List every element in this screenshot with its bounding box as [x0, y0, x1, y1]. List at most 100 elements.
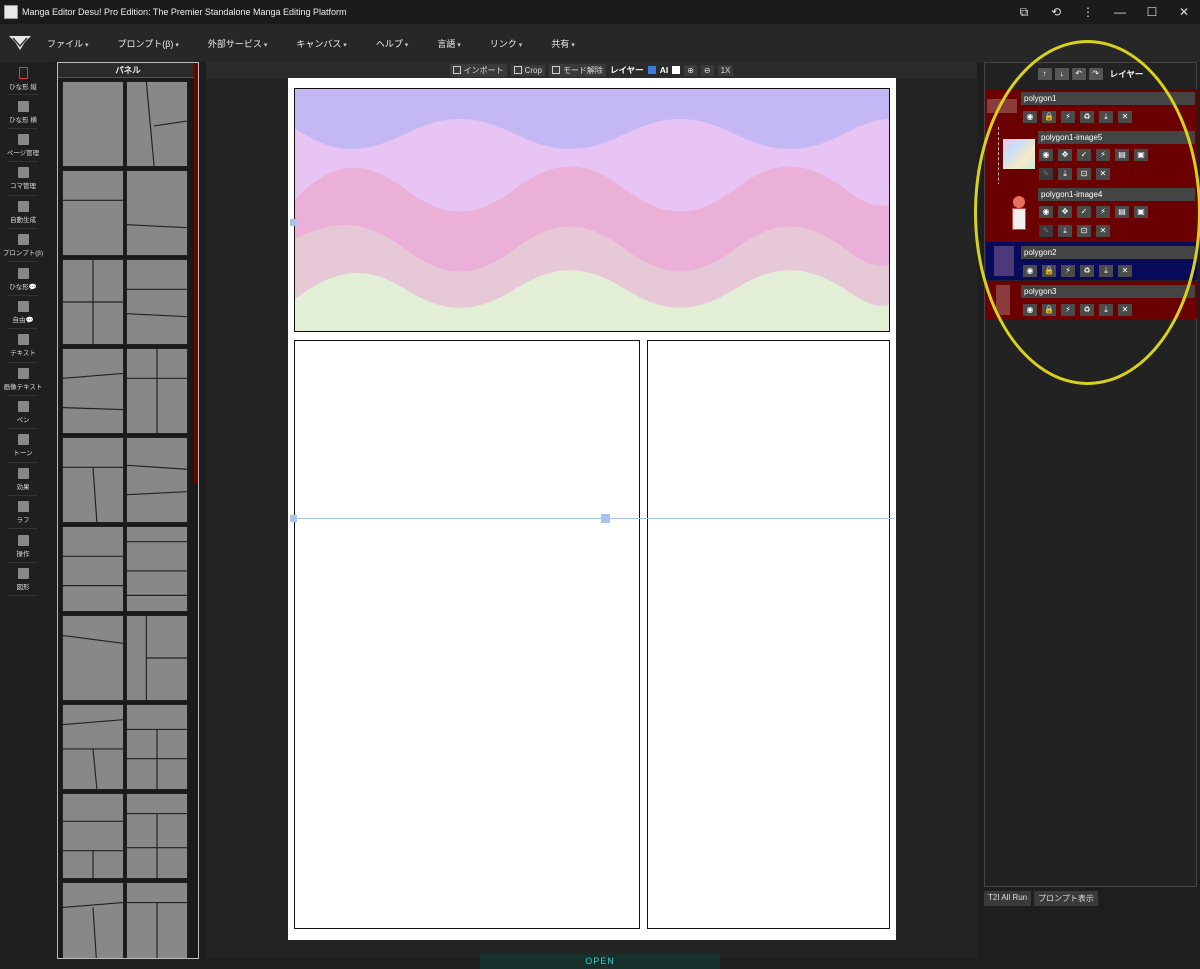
tool-template-vertical[interactable]: ひな形 縦 — [0, 62, 46, 96]
check-icon[interactable]: ✓ — [1077, 149, 1091, 161]
open-button[interactable]: OPEN — [480, 954, 720, 969]
zoom-in-button[interactable]: ⊕ — [684, 64, 697, 76]
panel-template-thumbnail[interactable] — [62, 437, 124, 523]
download-icon[interactable]: ⤓ — [1099, 265, 1113, 277]
tool-template-bubble[interactable]: ひな形💬 — [0, 262, 46, 297]
panel-bottom-left[interactable] — [294, 340, 640, 929]
menu-canvas[interactable]: キャンバス — [296, 37, 346, 50]
panel-template-thumbnail[interactable] — [62, 170, 124, 256]
menu-file[interactable]: ファイル — [47, 37, 88, 50]
panel-template-thumbnail[interactable] — [126, 170, 188, 256]
panel-template-thumbnail[interactable] — [62, 615, 124, 701]
check-icon[interactable]: ✓ — [1077, 206, 1091, 218]
panel-template-thumbnail[interactable] — [62, 259, 124, 345]
recycle-icon[interactable]: ♻ — [1080, 111, 1094, 123]
document-icon[interactable]: ▤ — [1115, 149, 1129, 161]
panel-template-thumbnail[interactable] — [126, 882, 188, 958]
move-up-icon[interactable]: ↑ — [1037, 68, 1052, 80]
download-icon[interactable]: ⤓ — [1058, 168, 1072, 180]
prompt-show-button[interactable]: プロンプト表示 — [1034, 891, 1098, 906]
tool-tone[interactable]: トーン — [0, 429, 46, 464]
run-icon[interactable]: ⚡ — [1061, 111, 1075, 123]
layer-polygon1-image4[interactable]: polygon1-image4 ◉ ✥ ✓ ⚡ ▤ ▣ ✎ ⤓ ⊡ ✕ — [986, 184, 1197, 242]
fit-icon[interactable]: ⊡ — [1077, 168, 1091, 180]
lock-icon[interactable]: 🔒 — [1042, 265, 1056, 277]
resize-handle[interactable] — [290, 515, 297, 522]
pen-icon[interactable]: ✎ — [1039, 168, 1053, 180]
tool-image-text[interactable]: 画像テキスト — [0, 363, 46, 397]
mode-off-button[interactable]: モード解除 — [548, 63, 606, 77]
layer-polygon2[interactable]: polygon2 ◉ 🔒 ⚡ ♻ ⤓ ✕ — [986, 242, 1197, 280]
delete-icon[interactable]: ✕ — [1118, 265, 1132, 277]
tool-page-management[interactable]: ページ管理 — [0, 129, 46, 163]
document-icon[interactable]: ▤ — [1115, 206, 1129, 218]
download-icon[interactable]: ⤓ — [1099, 304, 1113, 316]
resize-handle[interactable] — [601, 514, 610, 523]
delete-icon[interactable]: ✕ — [1118, 111, 1132, 123]
panel-template-thumbnail[interactable] — [62, 793, 124, 879]
visibility-icon[interactable]: ◉ — [1039, 206, 1053, 218]
run-icon[interactable]: ⚡ — [1061, 304, 1075, 316]
visibility-icon[interactable]: ◉ — [1023, 265, 1037, 277]
more-icon[interactable]: ⋮ — [1072, 5, 1104, 19]
tool-template-horizontal[interactable]: ひな形 横 — [0, 95, 46, 130]
panel-template-thumbnail[interactable] — [62, 81, 124, 167]
panel-scrollbar[interactable] — [194, 63, 198, 483]
resize-handle[interactable] — [290, 219, 297, 226]
fit-button[interactable]: 1X — [717, 64, 734, 76]
panel-top[interactable] — [294, 88, 890, 332]
layer-polygon1-image5[interactable]: polygon1-image5 ◉ ✥ ✓ ⚡ ▤ ▣ ✎ ⤓ ⊡ ✕ — [986, 127, 1197, 241]
move-icon[interactable]: ✥ — [1058, 149, 1072, 161]
run-icon[interactable]: ⚡ — [1096, 149, 1110, 161]
maximize-button[interactable]: ☐ — [1136, 5, 1168, 19]
panel-template-thumbnail[interactable] — [62, 882, 124, 958]
tool-effect[interactable]: 効果 — [0, 463, 46, 497]
tool-prompt[interactable]: プロンプト(β) — [0, 229, 46, 263]
tool-auto-generate[interactable]: 自動生成 — [0, 196, 46, 230]
minimize-button[interactable]: — — [1104, 5, 1136, 19]
lock-icon[interactable]: 🔒 — [1042, 304, 1056, 316]
download-icon[interactable]: ⤓ — [1099, 111, 1113, 123]
ai-checkbox[interactable] — [672, 66, 681, 74]
manga-page[interactable] — [288, 78, 896, 940]
redo-icon[interactable]: ↷ — [1088, 68, 1103, 80]
panel-template-thumbnail[interactable] — [126, 704, 188, 790]
delete-icon[interactable]: ✕ — [1118, 304, 1132, 316]
panel-bottom-right[interactable] — [647, 340, 890, 929]
recycle-icon[interactable]: ♻ — [1080, 265, 1094, 277]
panel-template-thumbnail[interactable] — [126, 615, 188, 701]
run-icon[interactable]: ⚡ — [1061, 265, 1075, 277]
lock-icon[interactable]: 🔒 — [1042, 111, 1056, 123]
delete-icon[interactable]: ✕ — [1096, 168, 1110, 180]
visibility-icon[interactable]: ◉ — [1023, 304, 1037, 316]
menu-prompt[interactable]: プロンプト(β) — [117, 37, 178, 50]
recycle-icon[interactable]: ♻ — [1080, 304, 1094, 316]
delete-icon[interactable]: ✕ — [1096, 225, 1110, 237]
panel-template-thumbnail[interactable] — [62, 526, 124, 612]
run-icon[interactable]: ⚡ — [1096, 206, 1110, 218]
undo-icon[interactable]: ↶ — [1071, 68, 1086, 80]
panel-template-thumbnail[interactable] — [126, 81, 188, 167]
panel-template-thumbnail[interactable] — [62, 704, 124, 790]
panel-template-thumbnail[interactable] — [126, 437, 188, 523]
layer-polygon3[interactable]: polygon3 ◉ 🔒 ⚡ ♻ ⤓ ✕ — [986, 281, 1197, 319]
close-button[interactable]: ✕ — [1168, 5, 1200, 19]
menu-language[interactable]: 言語 — [437, 37, 460, 50]
zoom-out-button[interactable]: ⊖ — [700, 64, 714, 76]
panel-template-thumbnail[interactable] — [126, 259, 188, 345]
t2i-all-run-button[interactable]: T2I All Run — [984, 891, 1032, 906]
panel-template-thumbnail[interactable] — [126, 793, 188, 879]
download-icon[interactable]: ⤓ — [1058, 225, 1072, 237]
box-icon[interactable]: ▣ — [1134, 206, 1148, 218]
tool-pen[interactable]: ペン — [0, 396, 46, 430]
tool-panel-management[interactable]: コマ管理 — [0, 162, 46, 196]
extension-icon[interactable]: ⟲ — [1040, 5, 1072, 19]
menu-links[interactable]: リンク — [490, 37, 522, 50]
fit-icon[interactable]: ⊡ — [1077, 225, 1091, 237]
box-icon[interactable]: ▣ — [1134, 149, 1148, 161]
panel-template-thumbnail[interactable] — [62, 348, 124, 434]
pen-icon[interactable]: ✎ — [1039, 225, 1053, 237]
layers-checkbox[interactable] — [647, 66, 656, 74]
panel-template-thumbnail[interactable] — [126, 526, 188, 612]
move-down-icon[interactable]: ↓ — [1054, 68, 1069, 80]
